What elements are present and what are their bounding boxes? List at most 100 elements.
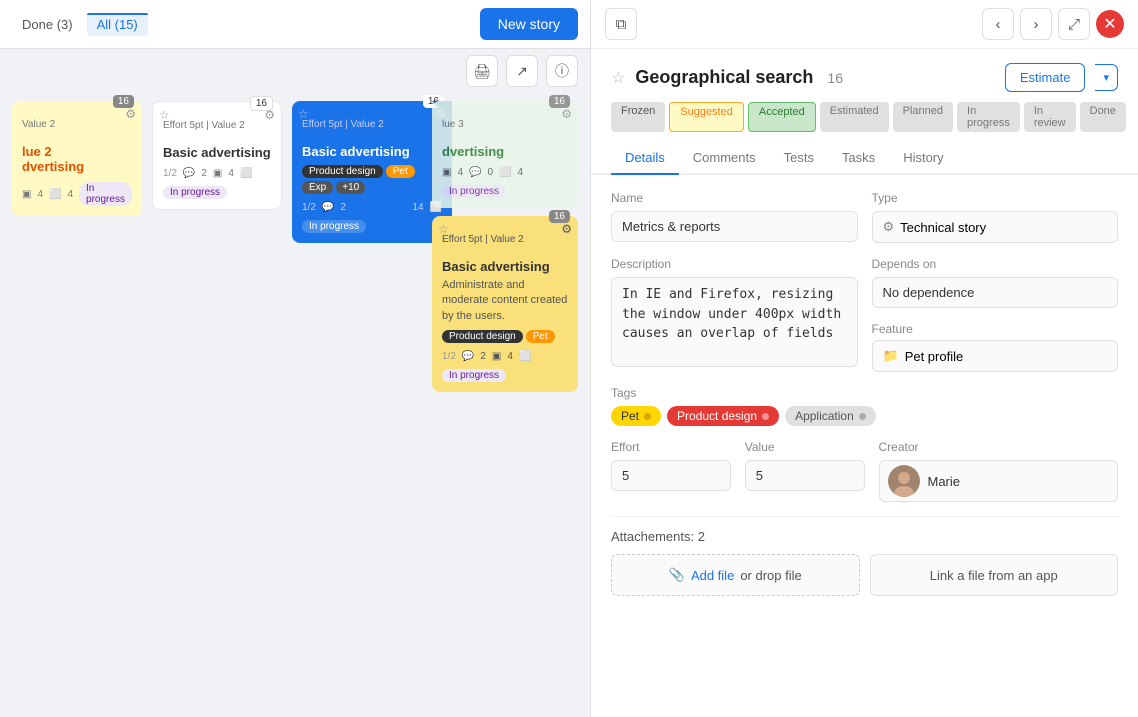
file-icon-2: ⬜ [240, 168, 252, 179]
card-settings-1[interactable]: ⚙ [125, 107, 136, 121]
tags-label: Tags [611, 386, 1118, 400]
task-count-2: 4 [228, 168, 234, 179]
copy-button[interactable]: ⧉ [605, 8, 637, 40]
workflow-planned[interactable]: Planned [893, 102, 953, 132]
creator-avatar [888, 465, 920, 497]
tab-details[interactable]: Details [611, 142, 679, 175]
export-button[interactable]: ↗ [506, 55, 538, 87]
link-file-label: Link a file from an app [930, 568, 1058, 583]
tag-pet-chip[interactable]: Pet [611, 406, 661, 426]
close-button[interactable]: ✕ [1096, 10, 1124, 38]
fullscreen-button[interactable]: ⤢ [1058, 8, 1090, 40]
tab-tests[interactable]: Tests [770, 142, 828, 175]
tag-product-chip[interactable]: Product design [667, 406, 779, 426]
attachments-actions: 📎 Add file or drop file Link a file from… [611, 554, 1118, 596]
tab-history[interactable]: History [889, 142, 957, 175]
info-button[interactable]: ⓘ [546, 55, 578, 87]
tag-pet[interactable]: Pet [386, 165, 415, 178]
workflow-accepted[interactable]: Accepted [748, 102, 816, 132]
workflow-bar: Frozen Suggested Accepted Estimated Plan… [591, 92, 1138, 142]
value-input[interactable] [745, 460, 865, 491]
comment-count-3: 2 [340, 202, 346, 213]
workflow-estimated[interactable]: Estimated [820, 102, 889, 132]
tab-all[interactable]: All (15) [87, 13, 148, 36]
tag-product-5[interactable]: Product design [442, 330, 523, 343]
right-toolbar: ⧉ ‹ › ⤢ ✕ [591, 0, 1138, 49]
new-story-button[interactable]: New story [480, 8, 578, 40]
tags-section: Tags Pet Product design Application [611, 386, 1118, 426]
comment-count-5: 2 [480, 351, 486, 362]
tags-row: Pet Product design Application [611, 406, 1118, 426]
estimate-chevron-button[interactable]: ▾ [1095, 64, 1118, 91]
tag-pet-5[interactable]: Pet [526, 330, 555, 343]
card-3[interactable]: 16 ☆ ⚙ Effort 5pt | Value 2 Basic advert… [292, 101, 452, 243]
fraction-2: 1/2 [163, 168, 177, 179]
fraction-5: 1/2 [442, 351, 456, 362]
card-4[interactable]: 16 ⚙ lue 3 dvertising ▣ 4 💬 0 ⬜ 4 In pro… [432, 101, 578, 208]
tag-exp[interactable]: Exp [302, 181, 333, 194]
card-star-2[interactable]: ☆ [159, 108, 170, 122]
workflow-in-progress[interactable]: In progress [957, 102, 1020, 132]
tag-product-design[interactable]: Product design [302, 165, 383, 178]
type-input[interactable]: ⚙ Technical story [872, 211, 1119, 243]
column-2: 16 ☆ ⚙ Effort 5pt | Value 2 Basic advert… [152, 101, 282, 709]
add-file-button[interactable]: 📎 Add file or drop file [611, 554, 860, 596]
effort-input[interactable] [611, 460, 731, 491]
drop-label: or drop file [740, 568, 801, 583]
left-header: Done (3) All (15) New story [0, 0, 590, 49]
effort-value-creator: Effort Value Creator [611, 440, 1118, 502]
workflow-done[interactable]: Done [1080, 102, 1126, 132]
card-5[interactable]: 16 ☆ ⚙ Effort 5pt | Value 2 Basic advert… [432, 216, 578, 392]
depends-on-input[interactable] [872, 277, 1119, 308]
columns-area: 16 ⚙ Value 2 lue 2dvertising ▣ 4 ⬜ 4 In … [0, 93, 590, 717]
card-settings-4[interactable]: ⚙ [561, 107, 572, 121]
card-2[interactable]: 16 ☆ ⚙ Effort 5pt | Value 2 Basic advert… [152, 101, 282, 210]
description-textarea[interactable]: In IE and Firefox, resizing the window u… [611, 277, 858, 367]
card-star-5[interactable]: ☆ [438, 222, 449, 236]
card-star-3[interactable]: ☆ [298, 107, 309, 121]
tag-more[interactable]: +10 [336, 181, 365, 194]
tab-done[interactable]: Done (3) [12, 13, 83, 36]
creator-field-group: Creator Marie [879, 440, 1119, 502]
tab-tasks[interactable]: Tasks [828, 142, 889, 175]
app-dot [859, 413, 866, 420]
workflow-suggested[interactable]: Suggested [669, 102, 744, 132]
tab-comments[interactable]: Comments [679, 142, 770, 175]
chevron-right-icon: › [1034, 16, 1039, 33]
card-1[interactable]: 16 ⚙ Value 2 lue 2dvertising ▣ 4 ⬜ 4 In … [12, 101, 142, 216]
tag-app-chip[interactable]: Application [785, 406, 876, 426]
task-icon-2: ▣ [213, 168, 222, 179]
column-1: 16 ⚙ Value 2 lue 2dvertising ▣ 4 ⬜ 4 In … [12, 101, 142, 709]
board-controls: 🖨 ↗ ⓘ [0, 49, 590, 93]
file-count: 4 [67, 189, 73, 200]
card-meta-2: Effort 5pt | Value 2 [163, 120, 271, 131]
file-count-4: 4 [517, 167, 523, 178]
value-field-group: Value [745, 440, 865, 502]
add-file-label: Add file [691, 568, 734, 583]
effort-field-group: Effort [611, 440, 731, 502]
description-field-group: Description In IE and Firefox, resizing … [611, 257, 858, 372]
workflow-in-review[interactable]: In review [1024, 102, 1076, 132]
card-title-5: Basic advertising [442, 259, 568, 274]
card-footer-1: ▣ 4 ⬜ 4 In progress [22, 182, 132, 206]
card-settings-2[interactable]: ⚙ [264, 108, 275, 122]
task-count-4: 4 [457, 167, 463, 178]
card-meta-5: Effort 5pt | Value 2 [442, 234, 568, 245]
nav-forward-button[interactable]: › [1020, 8, 1052, 40]
close-icon: ✕ [1103, 14, 1116, 34]
estimate-button[interactable]: Estimate [1005, 63, 1086, 92]
print-button[interactable]: 🖨 [466, 55, 498, 87]
details-body: Name Type ⚙ Technical story Description … [591, 175, 1138, 717]
nav-back-button[interactable]: ‹ [982, 8, 1014, 40]
story-title: Geographical search [635, 67, 813, 88]
feature-input[interactable]: 📁 Pet profile [872, 340, 1119, 372]
name-input[interactable] [611, 211, 858, 242]
depends-on-field-group: Depends on Feature 📁 Pet profile [872, 257, 1119, 372]
story-star-icon[interactable]: ☆ [611, 68, 625, 88]
card-title-2: Basic advertising [163, 145, 271, 160]
link-file-button[interactable]: Link a file from an app [870, 554, 1119, 596]
file-icon-5: ⬜ [519, 351, 531, 362]
card-desc-5: Administrate and moderate content create… [442, 278, 568, 324]
card-settings-5[interactable]: ⚙ [561, 222, 572, 236]
workflow-frozen[interactable]: Frozen [611, 102, 665, 132]
